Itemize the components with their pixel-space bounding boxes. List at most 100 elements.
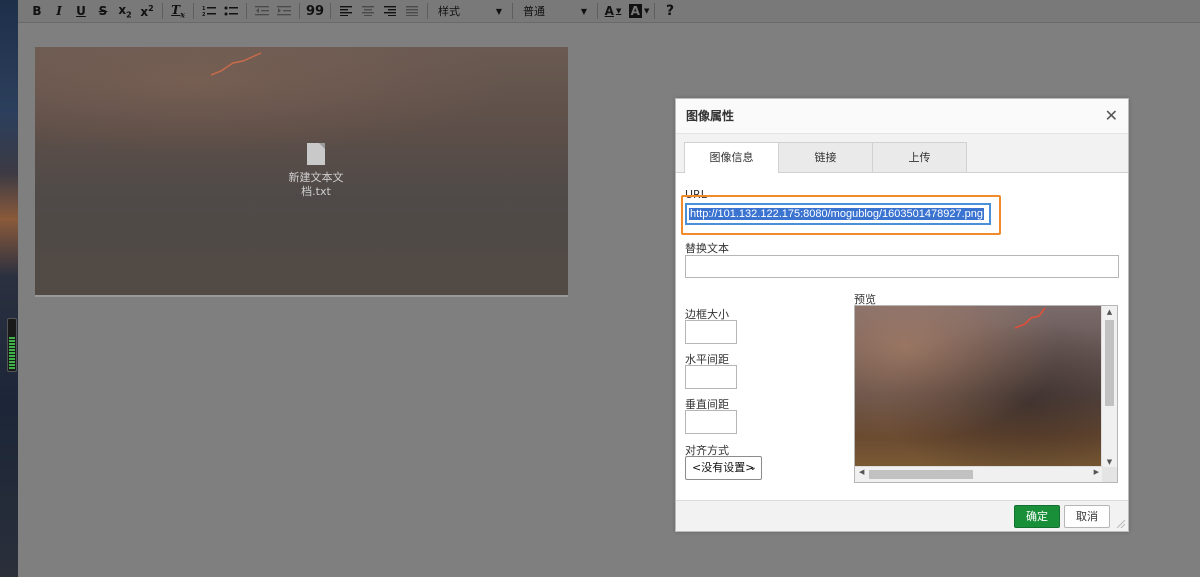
resize-handle-icon[interactable] [1117,520,1125,528]
toolbar-separator [162,3,163,19]
toolbar-separator [330,3,331,19]
blockquote-button[interactable]: 99 [304,0,326,22]
superscript-button[interactable]: x2 [136,0,158,22]
scrollbar-thumb[interactable] [869,470,973,479]
cancel-button[interactable]: 取消 [1064,505,1110,528]
superscript-icon: x2 [140,4,153,19]
text-file-icon [307,143,325,165]
subscript-mark: 2 [126,10,132,20]
tab-upload[interactable]: 上传 [872,142,967,172]
subscript-base: x [118,2,127,17]
help-button[interactable]: ? [659,0,681,22]
hspace-input[interactable] [685,365,737,389]
vspace-input[interactable] [685,410,737,434]
format-combo-label: 普通 [523,5,545,18]
image-properties-dialog: 图像属性 ✕ 图像信息 链接 上传 URL http://101.132.122… [675,98,1129,532]
bold-icon: B [32,4,42,18]
align-center-icon [362,6,374,16]
arrow-right-icon[interactable]: ▶ [1094,468,1099,476]
justify-icon [406,6,418,16]
close-icon[interactable]: ✕ [1105,99,1118,133]
toolbar-separator [246,3,247,19]
indent-icon [277,6,291,16]
desktop-file-name-line1: 新建文本文 [288,171,344,184]
subscript-icon: x2 [118,3,131,19]
url-input[interactable]: http://101.132.122.175:8080/mogublog/160… [685,203,991,225]
desktop-file-name-line2: 档.txt [301,185,331,198]
bulleted-list-icon [224,6,238,16]
border-size-input[interactable] [685,320,737,344]
chevron-down-icon: ▼ [495,6,502,16]
style-combo[interactable]: 样式 ▼ [432,2,508,20]
text-color-icon: A [604,4,614,18]
subscript-button[interactable]: x2 [114,0,136,22]
bg-color-button[interactable]: A ▼ [628,0,650,22]
justify-button[interactable] [401,0,423,22]
arrow-down-icon[interactable]: ▼ [1102,458,1117,466]
url-value: http://101.132.122.175:8080/mogublog/160… [689,208,984,220]
dialog-title-bar: 图像属性 ✕ [676,99,1128,134]
volume-meter [7,318,17,372]
align-right-icon [384,6,396,16]
alt-text-input[interactable] [685,255,1119,278]
text-color-button[interactable]: A ▼ [602,0,624,22]
ok-button[interactable]: 确定 [1014,505,1060,528]
align-left-button[interactable] [335,0,357,22]
toolbar-separator [193,3,194,19]
alt-text-label: 替换文本 [685,242,729,255]
toolbar-separator [299,3,300,19]
remove-format-mark: x [180,9,185,20]
preview-horizontal-scrollbar[interactable]: ◀ ▶ [855,466,1103,482]
dialog-footer: 确定 取消 [676,500,1128,531]
arrow-up-icon[interactable]: ▲ [1102,308,1117,316]
italic-icon: I [56,4,62,18]
align-right-button[interactable] [379,0,401,22]
strikethrough-icon: S [98,4,108,18]
dialog-title: 图像属性 [686,109,735,123]
align-center-button[interactable] [357,0,379,22]
remove-format-icon: Tx [171,3,185,19]
help-icon: ? [665,3,675,19]
preview-image [855,306,1103,468]
lightning-graphic [210,52,262,76]
chevron-down-icon: ⌄ [748,462,757,473]
arrow-left-icon[interactable]: ◀ [859,468,864,476]
outdent-icon [255,6,269,16]
image-preview: ▲ ▼ ◀ ▶ [854,305,1118,483]
scrollbar-corner [1102,467,1117,482]
desktop-file[interactable]: 新建文本文 档.txt [281,143,351,199]
dialog-tabs: 图像信息 链接 上传 [676,134,1128,173]
align-select-value: <没有设置> [692,461,755,474]
strikethrough-button[interactable]: S [92,0,114,22]
bulleted-list-button[interactable] [220,0,242,22]
numbered-list-button[interactable]: 12 [198,0,220,22]
remove-format-base: T [171,2,181,17]
chevron-down-icon: ▼ [643,7,650,15]
align-select[interactable]: <没有设置> ⌄ [685,456,762,480]
superscript-base: x [140,4,149,19]
underline-button[interactable]: U [70,0,92,22]
chevron-down-icon: ▼ [580,6,587,16]
italic-button[interactable]: I [48,0,70,22]
svg-text:2: 2 [202,12,206,17]
chevron-down-icon: ▼ [615,7,622,15]
editor-toolbar: B I U S x2 x2 Tx 12 99 样式 ▼ 普通 ▼ A ▼ A ▼… [18,0,1200,23]
bold-button[interactable]: B [26,0,48,22]
underline-icon: U [76,4,86,18]
format-combo[interactable]: 普通 ▼ [517,2,593,20]
outdent-button[interactable] [251,0,273,22]
lightning-graphic [1014,307,1046,329]
superscript-mark: 2 [148,3,154,13]
scrollbar-thumb[interactable] [1105,320,1114,406]
remove-format-button[interactable]: Tx [167,0,189,22]
blockquote-icon: 99 [305,3,325,19]
toolbar-separator [427,3,428,19]
tab-image-info[interactable]: 图像信息 [684,142,779,173]
indent-button[interactable] [273,0,295,22]
preview-vertical-scrollbar[interactable]: ▲ ▼ [1101,306,1117,468]
inserted-image[interactable]: 新建文本文 档.txt [35,47,568,297]
style-combo-label: 样式 [438,5,460,18]
numbered-list-icon: 12 [202,6,216,17]
toolbar-separator [512,3,513,19]
tab-link[interactable]: 链接 [778,142,873,172]
